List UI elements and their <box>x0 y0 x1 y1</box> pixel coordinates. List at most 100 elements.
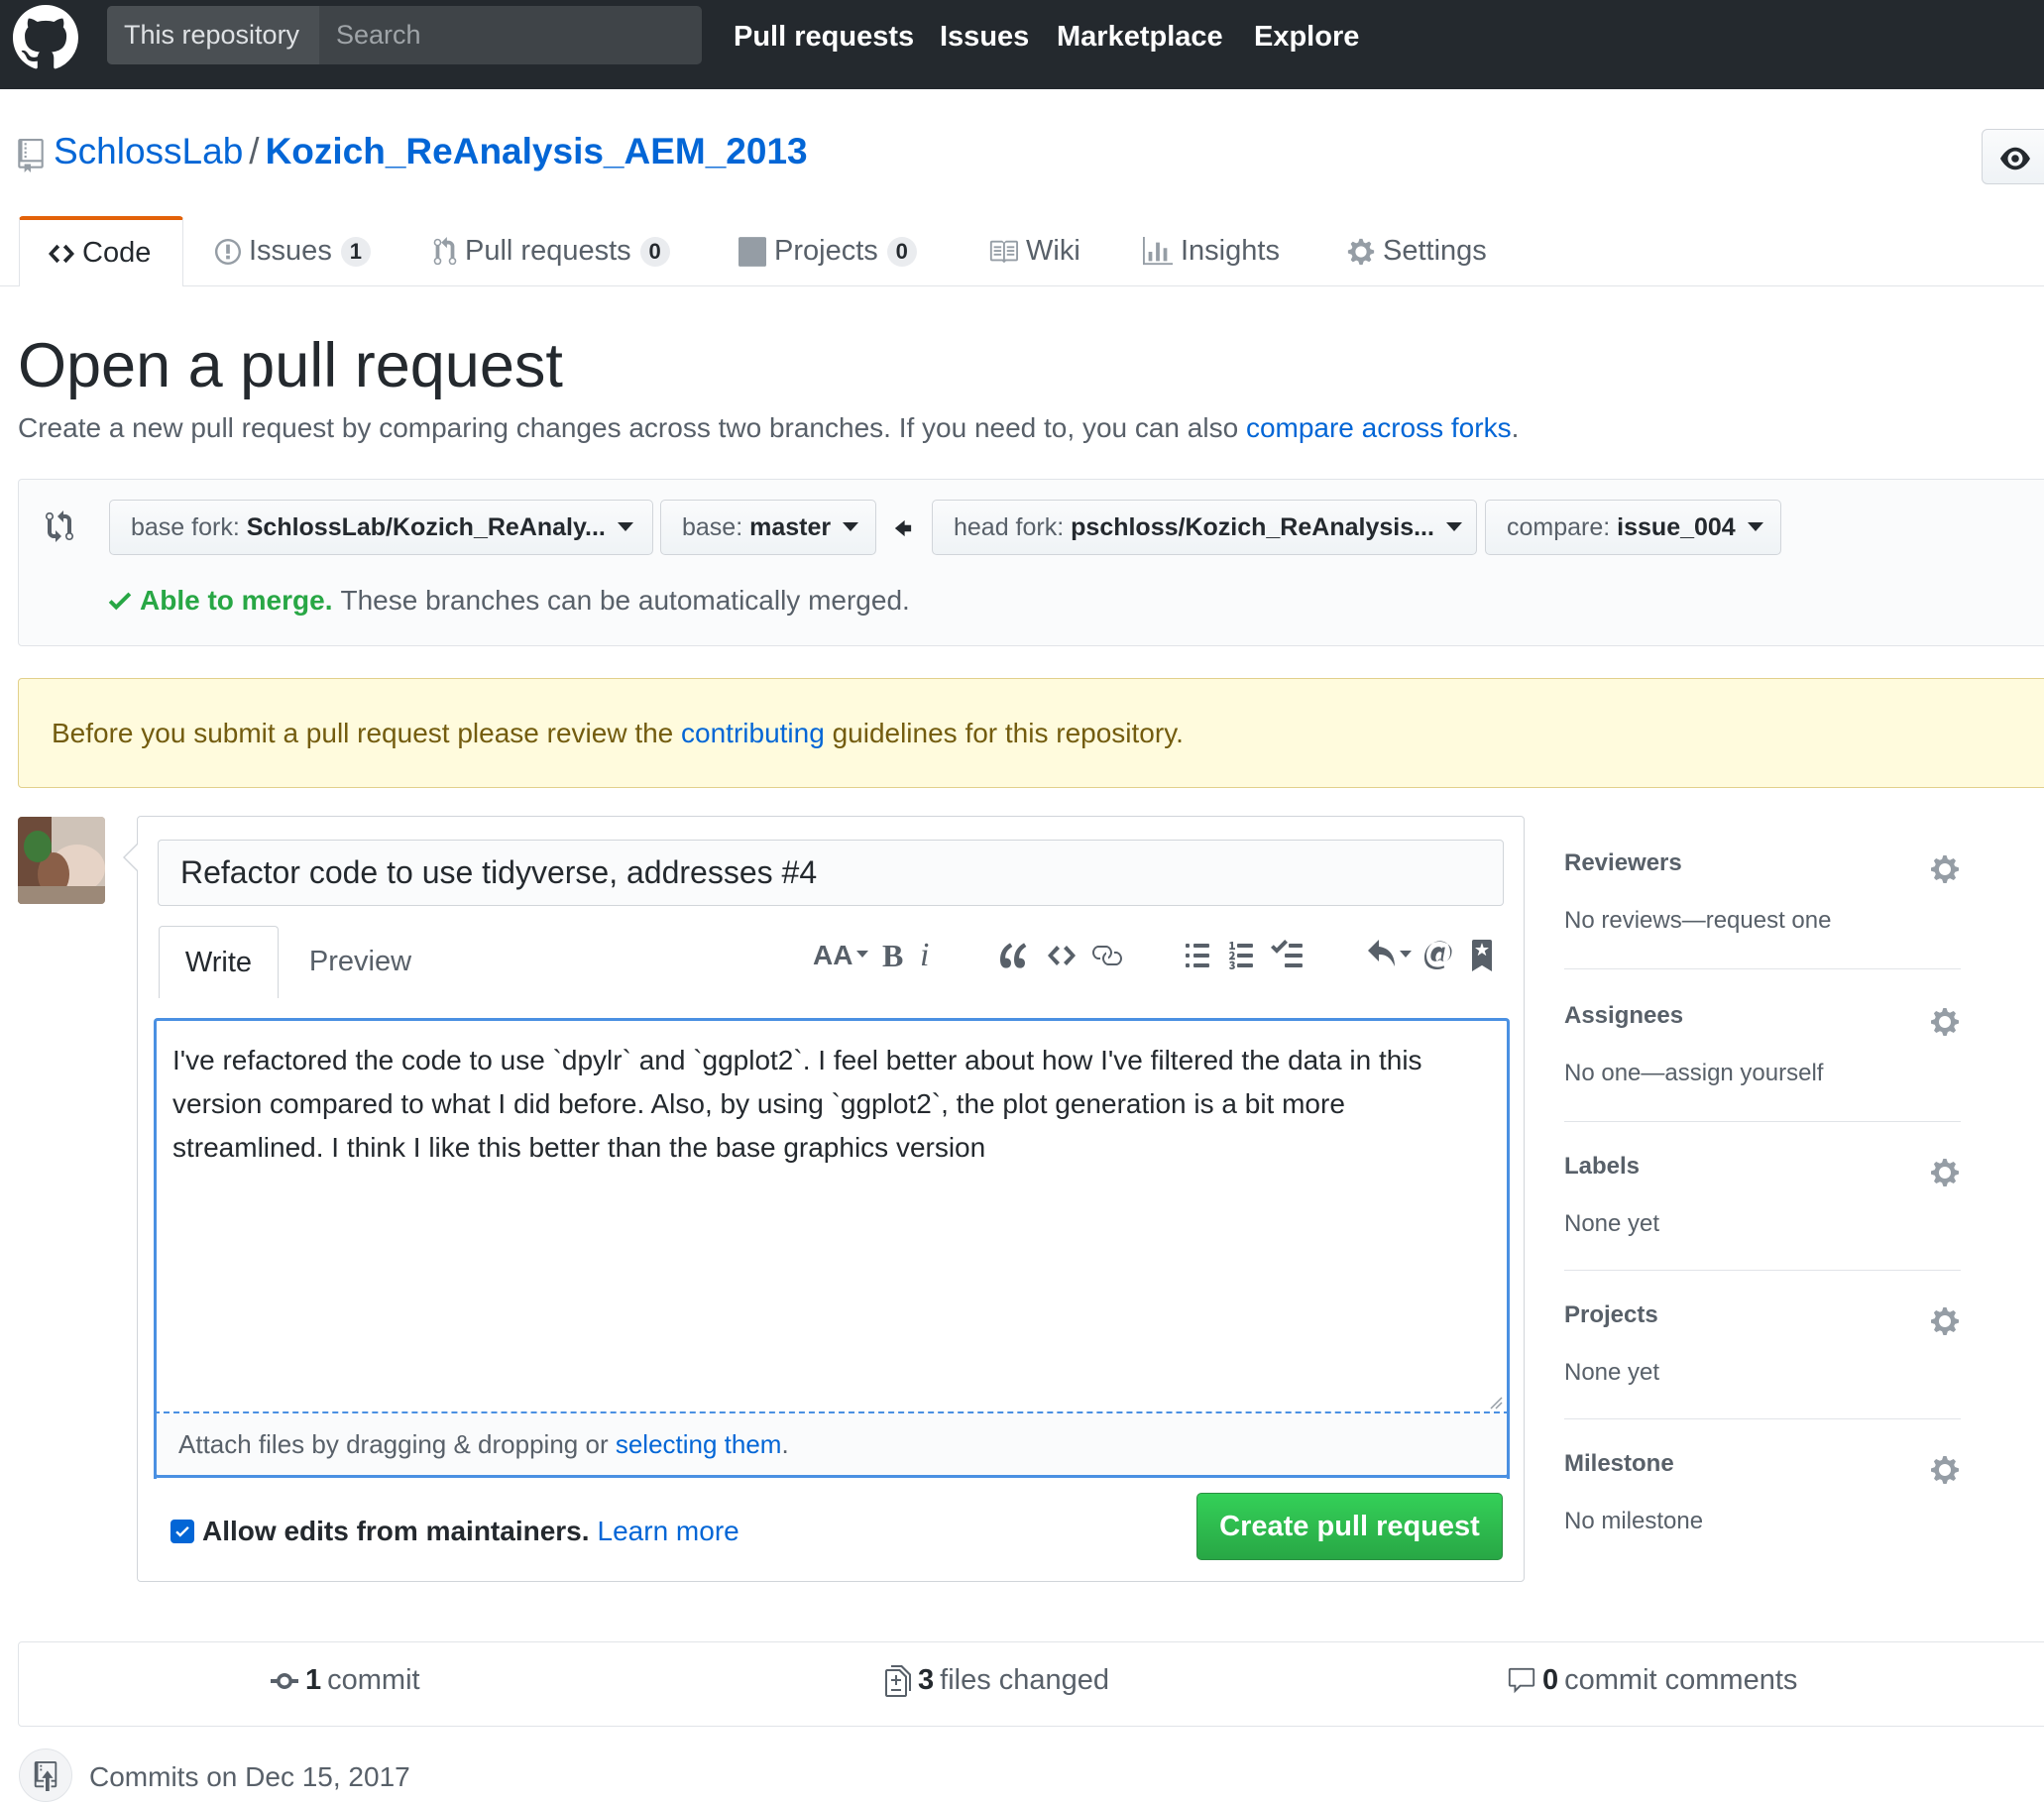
caret-down-icon <box>617 521 633 531</box>
pull-requests-counter: 0 <box>639 236 670 267</box>
projects-heading[interactable]: Projects <box>1564 1301 1961 1329</box>
base-fork-select[interactable]: base fork: SchlossLab/Kozich_ReAnaly... <box>109 500 653 555</box>
code-icon <box>49 239 74 269</box>
italic-icon[interactable]: i <box>920 936 929 975</box>
tab-insights-label: Insights <box>1181 235 1280 267</box>
head-fork-value: pschloss/Kozich_ReAnalysis... <box>1071 513 1434 541</box>
labels-value: None yet <box>1564 1210 1660 1237</box>
tab-wiki[interactable]: Wiki <box>988 216 1080 286</box>
code-icon[interactable] <box>1047 936 1077 975</box>
reviewers-value[interactable]: No reviews—request one <box>1564 907 1831 935</box>
assignees-heading[interactable]: Assignees <box>1564 1002 1961 1030</box>
head-fork-select[interactable]: head fork: pschloss/Kozich_ReAnalysis... <box>932 500 1477 555</box>
tab-wiki-label: Wiki <box>1026 235 1080 267</box>
bookmark-icon[interactable] <box>1471 936 1493 975</box>
files-count: 3 <box>918 1664 935 1696</box>
git-compare-icon[interactable] <box>46 510 73 542</box>
bullet-list-icon[interactable] <box>1185 936 1210 975</box>
numbered-list-icon[interactable] <box>1228 936 1254 975</box>
repo-owner-link[interactable]: SchlossLab <box>54 131 243 171</box>
files-changed-summary[interactable]: 3 files changed <box>884 1664 1109 1697</box>
gear-icon <box>1347 237 1375 267</box>
reply-icon[interactable] <box>1366 936 1412 975</box>
nav-issues[interactable]: Issues <box>940 0 1029 74</box>
base-branch-select[interactable]: base: master <box>660 500 876 555</box>
pr-title-input[interactable] <box>158 840 1504 906</box>
labels-heading[interactable]: Labels <box>1564 1153 1961 1181</box>
nav-pull-requests[interactable]: Pull requests <box>734 0 914 74</box>
select-files-link[interactable]: selecting them <box>616 1429 782 1459</box>
check-icon <box>175 1525 189 1537</box>
attach-end: . <box>781 1429 789 1459</box>
tab-projects[interactable]: Projects 0 <box>738 216 917 286</box>
tab-settings-label: Settings <box>1383 235 1487 267</box>
commit-group-icon-badge <box>19 1748 72 1802</box>
create-pull-request-button[interactable]: Create pull request <box>1196 1493 1503 1560</box>
gear-icon[interactable] <box>1931 1006 1959 1038</box>
github-logo-icon[interactable] <box>13 5 78 70</box>
compare-across-forks-link[interactable]: compare across forks <box>1246 412 1512 443</box>
top-header: This repository Pull requests Issues Mar… <box>0 0 2044 89</box>
head-fork-label: head fork: <box>954 513 1065 541</box>
quote-icon[interactable] <box>999 936 1029 975</box>
sidebar-assignees: Assignees No one—assign yourself <box>1564 1002 1961 1086</box>
project-icon <box>738 236 766 267</box>
reviewers-heading[interactable]: Reviewers <box>1564 849 1961 877</box>
allow-edits-label: Allow edits from maintainers. <box>202 1516 590 1546</box>
learn-more-link[interactable]: Learn more <box>598 1516 739 1547</box>
issues-counter: 1 <box>340 236 371 267</box>
tab-pull-requests[interactable]: Pull requests 0 <box>433 216 670 286</box>
contributing-flash: Before you submit a pull request please … <box>18 678 2044 788</box>
tab-write[interactable]: Write <box>159 926 279 998</box>
assignees-value[interactable]: No one—assign yourself <box>1564 1060 1823 1087</box>
gear-icon[interactable] <box>1931 853 1959 885</box>
compare-branch-select[interactable]: compare: issue_004 <box>1485 500 1781 555</box>
repo-push-icon <box>34 1761 57 1791</box>
link-icon[interactable] <box>1090 936 1122 975</box>
text-size-icon[interactable]: AA <box>813 936 869 975</box>
contributing-link[interactable]: contributing <box>681 718 825 748</box>
tab-issues[interactable]: Issues 1 <box>215 216 371 286</box>
arrow-left-icon <box>894 519 912 537</box>
files-label: files changed <box>940 1664 1110 1696</box>
search-scope-label[interactable]: This repository <box>107 6 319 64</box>
bold-icon[interactable]: B <box>882 936 903 975</box>
resize-handle-icon[interactable] <box>1489 1396 1503 1409</box>
comments-count: 0 <box>1542 1664 1559 1696</box>
search-input[interactable] <box>319 6 702 64</box>
avatar[interactable] <box>18 817 105 904</box>
gear-icon[interactable] <box>1931 1157 1959 1188</box>
issue-icon <box>215 237 241 267</box>
nav-explore[interactable]: Explore <box>1254 0 1359 74</box>
milestone-value: No milestone <box>1564 1508 1704 1534</box>
projects-value: None yet <box>1564 1359 1660 1386</box>
tab-code[interactable]: Code <box>19 216 183 286</box>
commit-comments-summary[interactable]: 0 commit comments <box>1507 1664 1797 1697</box>
caret-down-icon <box>843 521 859 531</box>
subtitle-end: . <box>1511 412 1520 443</box>
attach-text: Attach files by dragging & dropping or <box>178 1429 616 1459</box>
caret-down-icon <box>1747 521 1763 531</box>
pr-body-text[interactable]: I've refactored the code to use `dpylr` … <box>172 1039 1481 1170</box>
watch-button[interactable] <box>1982 129 2044 184</box>
mention-icon[interactable] <box>1423 936 1453 975</box>
search-box: This repository <box>107 6 702 64</box>
tab-preview[interactable]: Preview <box>279 926 442 998</box>
task-list-icon[interactable] <box>1271 936 1303 975</box>
gear-icon[interactable] <box>1931 1305 1959 1337</box>
nav-marketplace[interactable]: Marketplace <box>1057 0 1223 74</box>
sidebar-projects: Projects None yet <box>1564 1301 1961 1386</box>
repo-name-link[interactable]: Kozich_ReAnalysis_AEM_2013 <box>266 131 808 171</box>
file-diff-icon <box>885 1664 911 1697</box>
tab-settings[interactable]: Settings <box>1347 216 1487 286</box>
allow-edits-checkbox[interactable] <box>170 1520 194 1543</box>
gear-icon[interactable] <box>1931 1454 1959 1486</box>
commits-summary[interactable]: 1 commit <box>270 1664 420 1697</box>
tab-insights[interactable]: Insights <box>1143 216 1280 286</box>
sidebar-labels: Labels None yet <box>1564 1153 1961 1237</box>
subtitle-text: Create a new pull request by comparing c… <box>18 412 1246 443</box>
check-icon <box>108 592 132 611</box>
sidebar-milestone: Milestone No milestone <box>1564 1450 1961 1534</box>
milestone-heading[interactable]: Milestone <box>1564 1450 1961 1478</box>
file-attachment-zone[interactable]: Attach files by dragging & dropping or s… <box>154 1411 1510 1478</box>
